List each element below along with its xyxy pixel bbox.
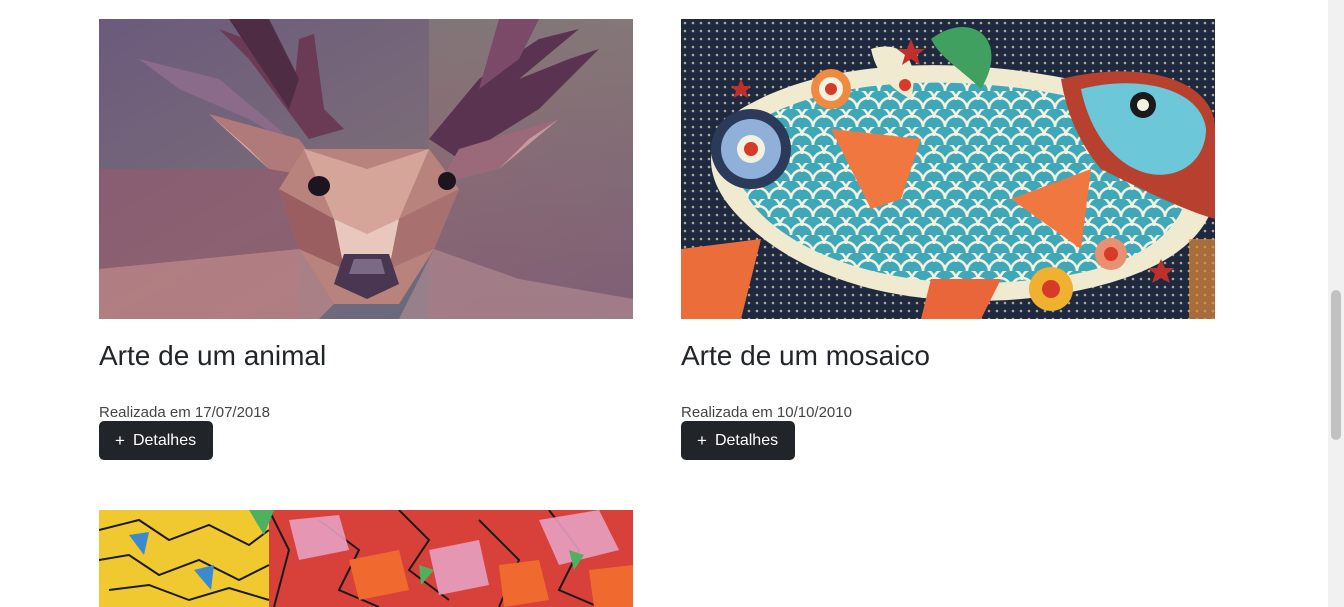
art-date: Realizada em 10/10/2010: [681, 404, 852, 421]
art-title: Arte de um animal: [99, 340, 327, 371]
scrollbar-thumb[interactable]: [1331, 290, 1341, 440]
plus-icon: +: [697, 431, 707, 450]
gallery-page: Arte de um animal Realizada em 17/07/201…: [0, 0, 1328, 607]
details-button-label: Detalhes: [132, 431, 197, 449]
art-date: Realizada em 17/07/2018: [99, 404, 270, 421]
plus-icon: +: [115, 431, 125, 450]
art-title: Arte de um mosaico: [681, 340, 930, 371]
details-button-label: Detalhes: [714, 431, 779, 449]
art-image-graffiti: [99, 510, 633, 607]
art-image-mosaic: [681, 19, 1215, 319]
details-button[interactable]: + Detalhes: [681, 421, 796, 460]
details-button[interactable]: + Detalhes: [99, 421, 214, 460]
art-image-deer: [99, 19, 633, 319]
page-scrollbar[interactable]: [1328, 0, 1344, 607]
